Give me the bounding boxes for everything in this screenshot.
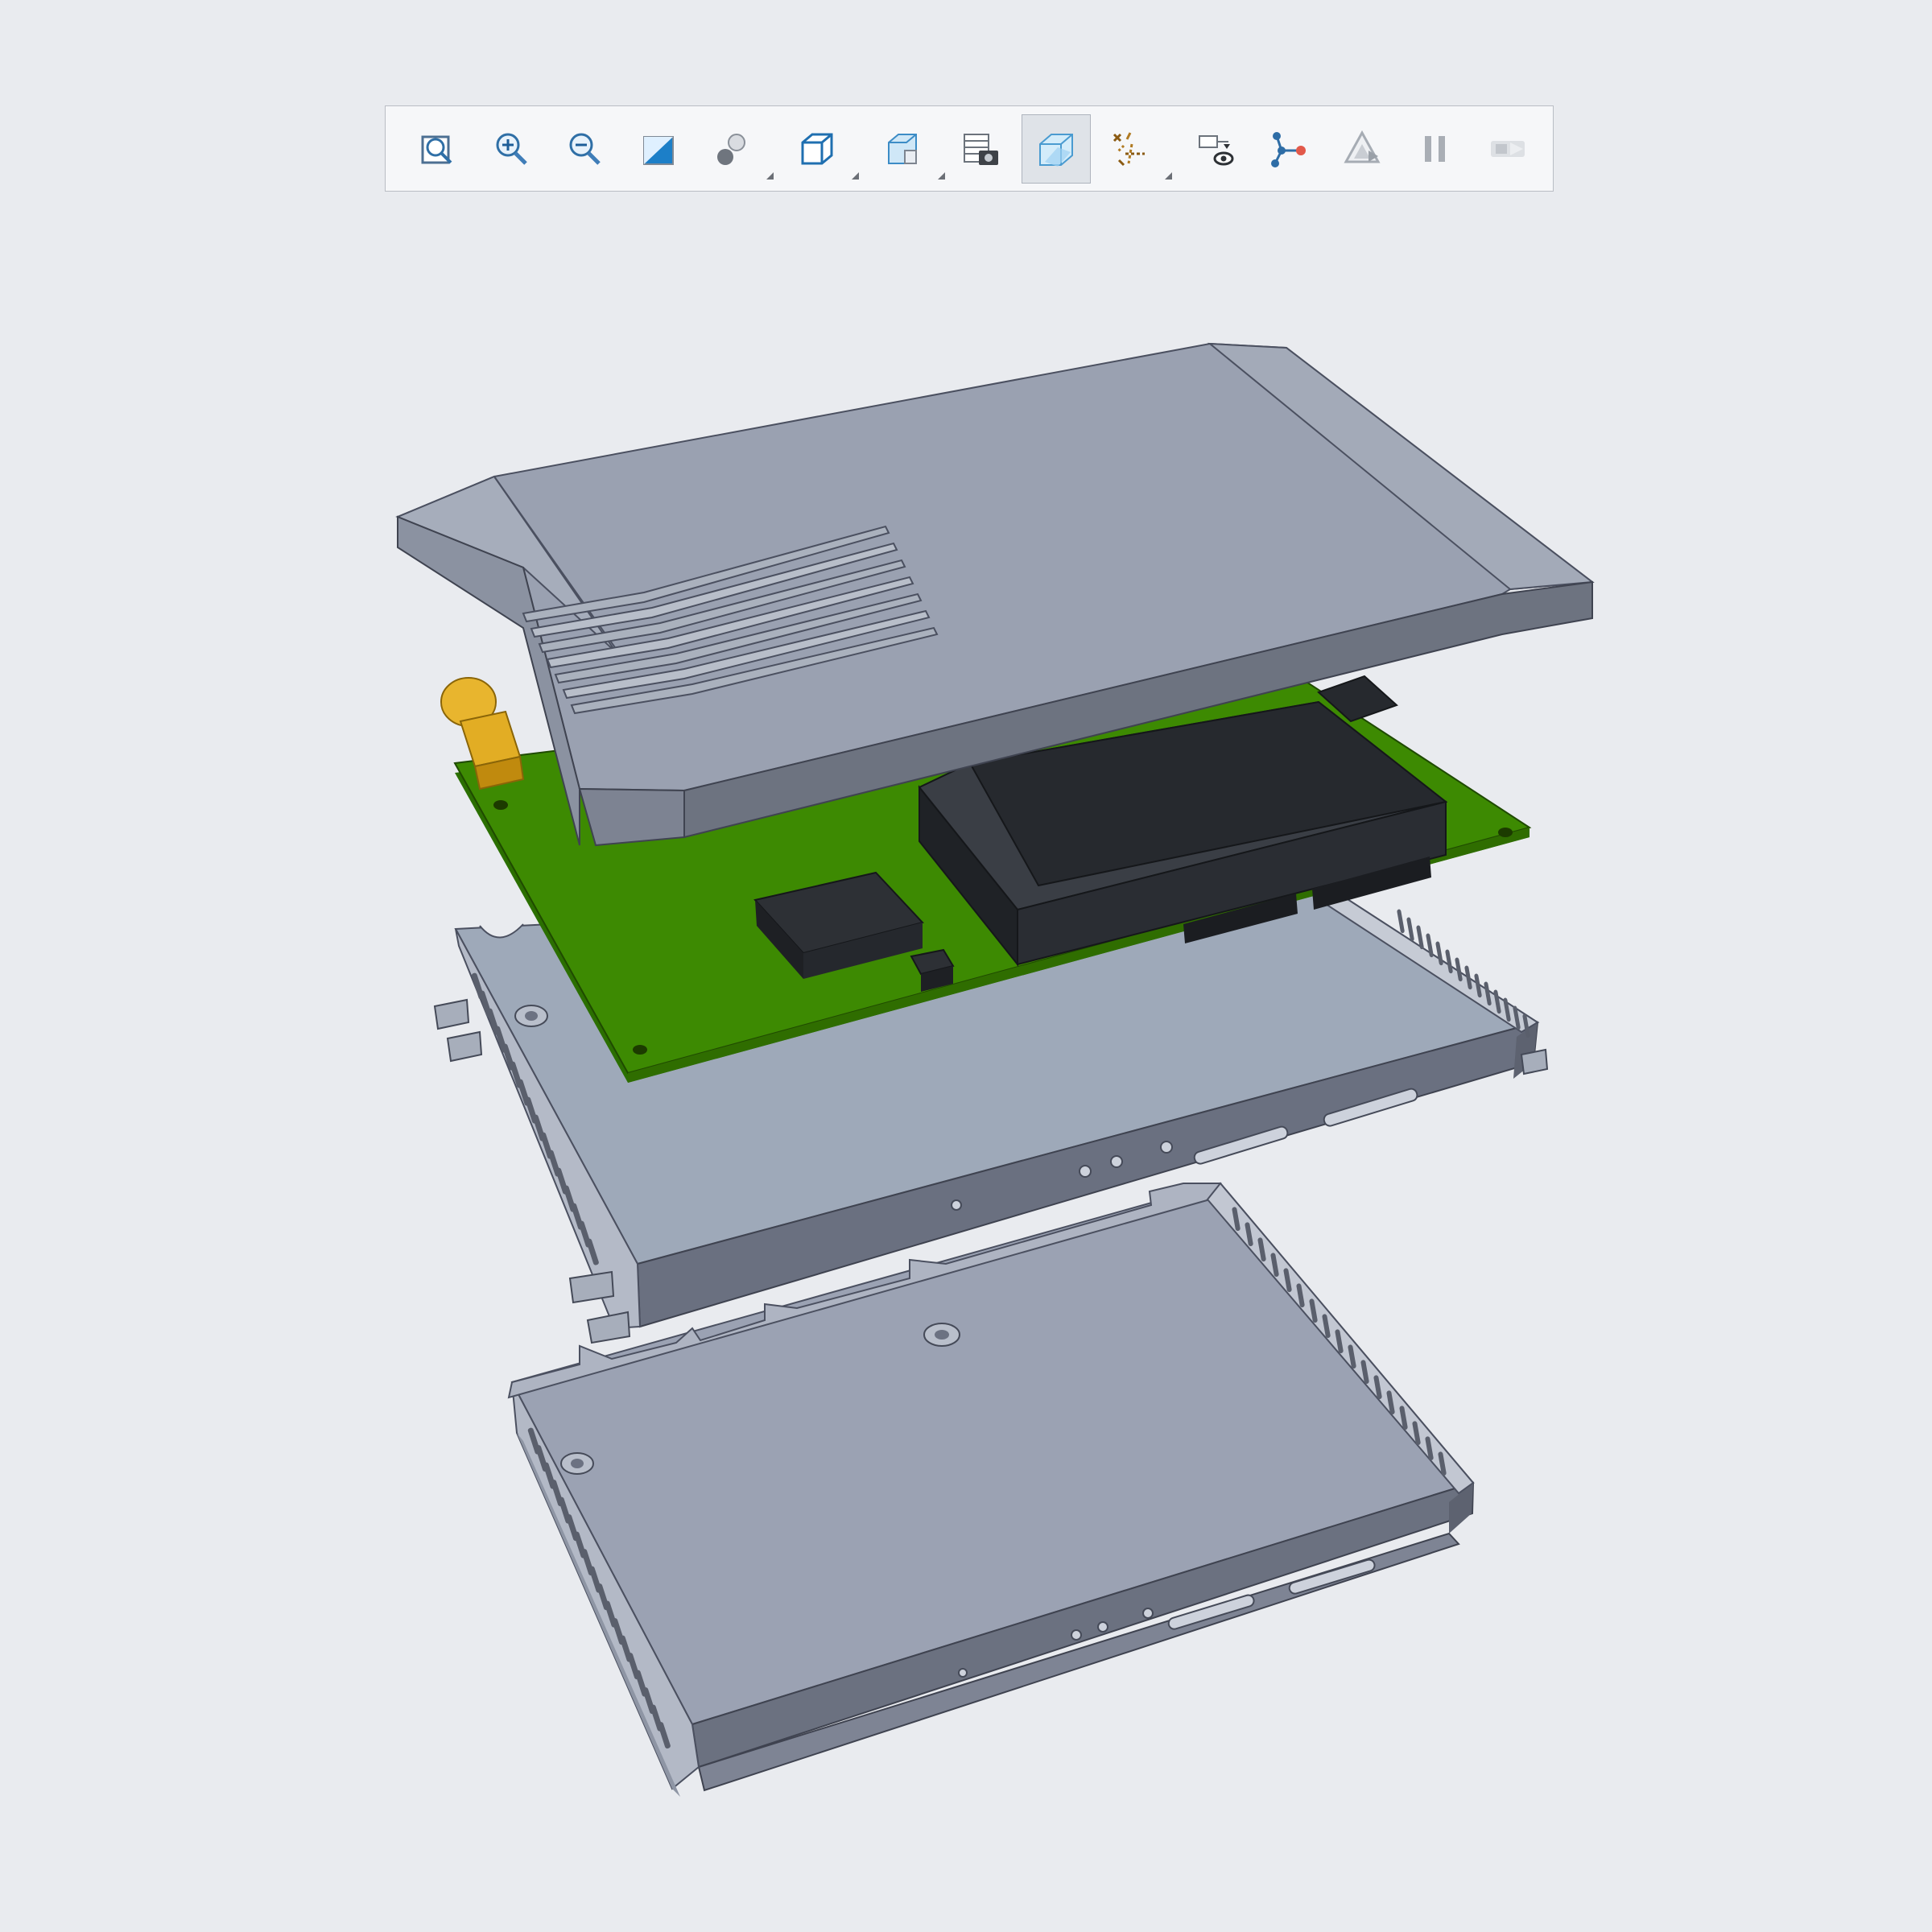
- model-scene[interactable]: [0, 0, 1932, 1932]
- vent-slot: [1397, 909, 1405, 934]
- model-viewport[interactable]: [0, 0, 1932, 1932]
- antenna-connector: [440, 677, 525, 791]
